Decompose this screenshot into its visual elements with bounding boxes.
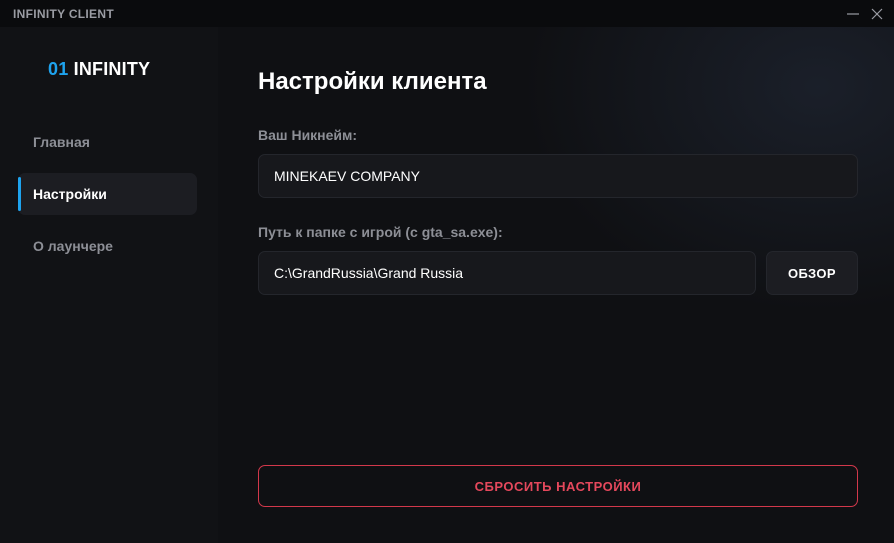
sidebar-item-home[interactable]: Главная <box>18 121 197 163</box>
logo-number: 01 <box>48 59 69 79</box>
close-button[interactable] <box>868 5 886 23</box>
nickname-label: Ваш Никнейм: <box>258 127 358 143</box>
minimize-icon <box>847 12 859 15</box>
page-title: Настройки клиента <box>258 68 487 95</box>
minimize-button[interactable] <box>844 5 862 23</box>
window-title: INFINITY CLIENT <box>13 6 114 21</box>
sidebar-item-settings[interactable]: Настройки <box>18 173 197 215</box>
sidebar-item-label: Настройки <box>33 186 107 202</box>
nickname-input[interactable] <box>258 154 858 198</box>
game-path-input[interactable] <box>258 251 756 295</box>
app-logo: 01 INFINITY <box>48 59 150 80</box>
title-bar[interactable]: INFINITY CLIENT <box>0 0 894 27</box>
sidebar-item-label: Главная <box>33 134 90 150</box>
sidebar: 01 INFINITY Главная Настройки О лаунчере <box>0 27 218 543</box>
browse-button[interactable]: ОБЗОР <box>766 251 858 295</box>
game-path-label: Путь к папке с игрой (с gta_sa.exe): <box>258 224 503 240</box>
reset-settings-button[interactable]: СБРОСИТЬ НАСТРОЙКИ <box>258 465 858 507</box>
close-icon <box>871 8 883 19</box>
window-controls <box>844 5 886 23</box>
logo-word: INFINITY <box>73 59 151 79</box>
sidebar-item-label: О лаунчере <box>33 238 113 254</box>
settings-panel: Настройки клиента Ваш Никнейм: Путь к па… <box>218 27 894 543</box>
sidebar-item-about[interactable]: О лаунчере <box>18 225 197 267</box>
launcher-window: INFINITY CLIENT 01 INFINITY Главная Наст… <box>0 0 894 543</box>
